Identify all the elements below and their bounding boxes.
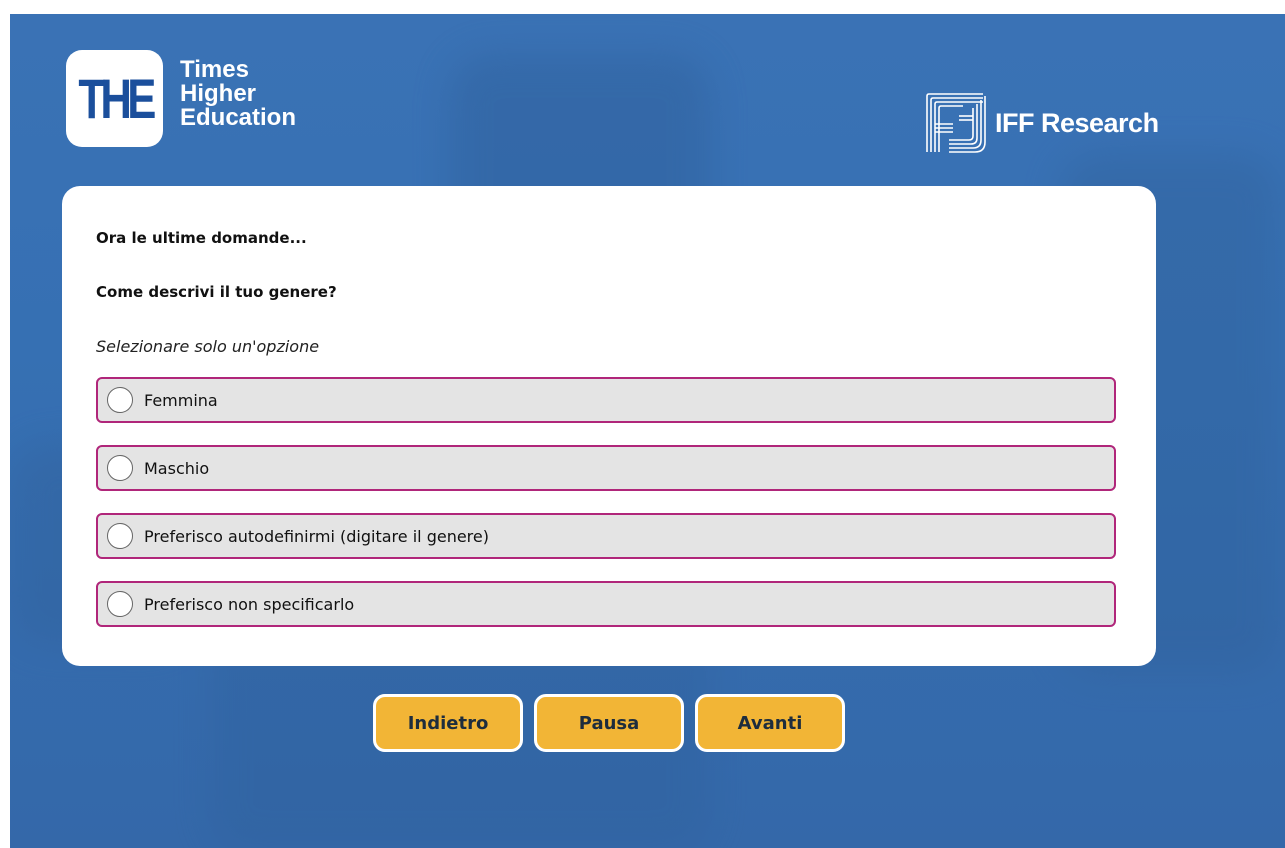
option-femmina[interactable]: Femmina [96,377,1116,423]
option-label: Maschio [144,458,210,478]
radio-button[interactable] [107,387,133,413]
radio-button[interactable] [107,455,133,481]
the-logo: THE [66,50,163,147]
back-button[interactable]: Indietro [373,694,523,752]
iff-research-logo: IFF Research [923,90,1159,156]
option-label: Preferisco non specificarlo [144,594,355,614]
option-label: Preferisco autodefinirmi (digitare il ge… [144,526,489,546]
wordmark-line: Higher [180,80,257,107]
radio-button[interactable] [107,523,133,549]
the-wordmark: Times Higher Education [180,58,296,130]
the-logo-mark: THE [77,67,156,130]
option-maschio[interactable]: Maschio [96,445,1116,491]
option-prefer-not-to-say[interactable]: Preferisco non specificarlo [96,581,1116,627]
radio-button[interactable] [107,591,133,617]
question-card: Ora le ultime domande... Come descrivi i… [62,186,1156,666]
wordmark-line: Education [180,104,297,131]
next-button[interactable]: Avanti [695,694,845,752]
option-label: Femmina [144,390,218,410]
wordmark-line: Times [180,56,249,83]
option-self-describe[interactable]: Preferisco autodefinirmi (digitare il ge… [96,513,1116,559]
iff-research-logo-icon [926,93,986,153]
instruction-text: Selezionare solo un'opzione [96,337,320,356]
pause-button[interactable]: Pausa [534,694,684,752]
question-text: Come descrivi il tuo genere? [96,283,337,301]
survey-page: THE Times Higher Education IFF Research … [10,14,1285,848]
iff-research-text: IFF Research [995,107,1159,138]
intro-text: Ora le ultime domande... [96,229,307,247]
